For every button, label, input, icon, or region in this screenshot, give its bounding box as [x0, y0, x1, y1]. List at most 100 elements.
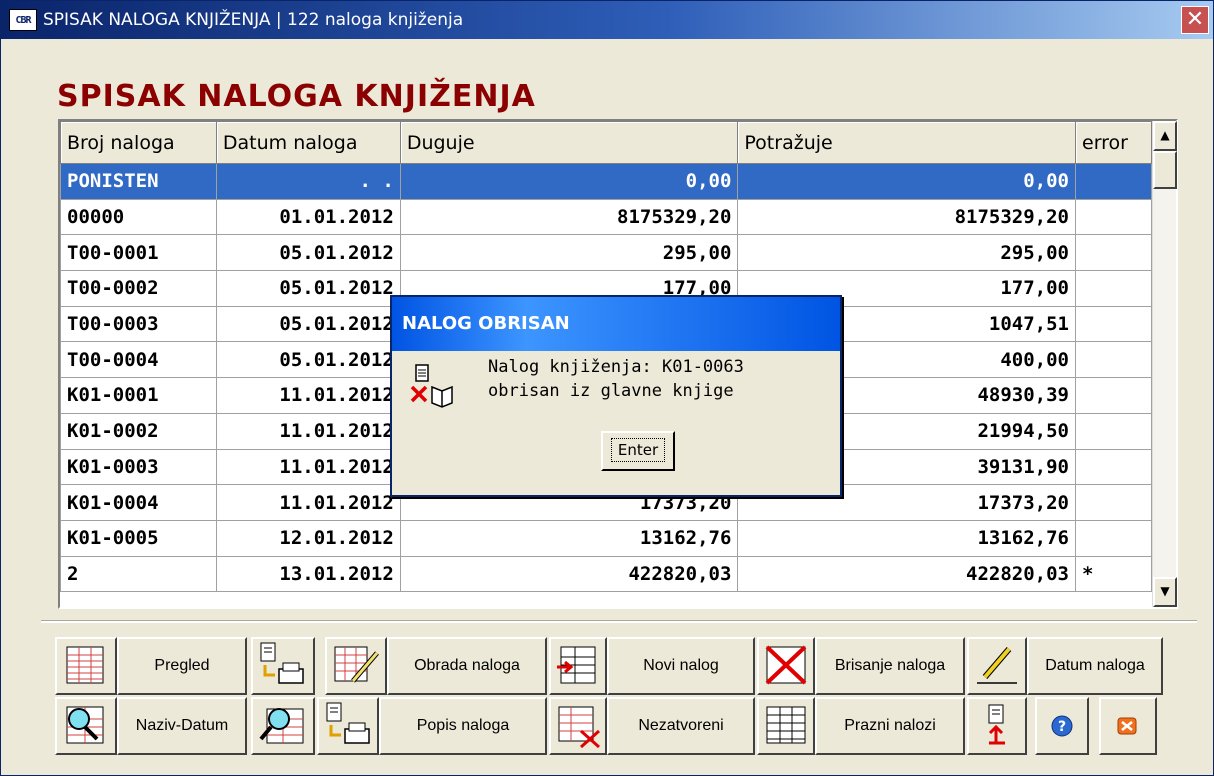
cell-error[interactable]: [1075, 448, 1152, 486]
cell-error[interactable]: *: [1075, 555, 1152, 593]
cell-duguje[interactable]: 13162,76: [399, 519, 739, 557]
cell-broj-naloga[interactable]: T00-0001: [60, 234, 217, 272]
main-window: CBR SPISAK NALOGA KNJIŽENJA | 122 naloga…: [0, 0, 1214, 776]
scroll-up-button[interactable]: ▲: [1153, 121, 1177, 151]
table-row[interactable]: PONISTEN. . 0,00 0,00: [60, 163, 1152, 200]
cell-datum-naloga[interactable]: . .: [215, 163, 401, 200]
cell-datum-naloga[interactable]: 05.01.2012: [215, 234, 401, 272]
table-row[interactable]: 00000 01.01.2012 8175329,20 8175329,20: [60, 198, 1152, 236]
cell-duguje[interactable]: 8175329,20: [399, 198, 739, 236]
nalog-obrisan-dialog: NALOG OBRISAN Nalog knjiženja: K01-0063 o…: [390, 295, 842, 497]
cell-duguje[interactable]: 295,00: [399, 234, 739, 272]
table-row[interactable]: K01-0005 12.01.2012 13162,76 13162,76: [60, 519, 1152, 557]
cell-potrazuje[interactable]: 13162,76: [737, 519, 1076, 557]
cell-error[interactable]: [1075, 305, 1152, 343]
cell-error[interactable]: [1075, 270, 1152, 307]
cell-broj-naloga[interactable]: K01-0003: [60, 448, 217, 486]
naziv-datum-button[interactable]: Naziv-Datum: [117, 697, 247, 755]
nezatvoreni-button[interactable]: Nezatvoreni: [607, 697, 755, 755]
pregled-icon-button[interactable]: [55, 637, 117, 695]
cell-error[interactable]: [1075, 519, 1152, 557]
cell-duguje[interactable]: 422820,03: [399, 555, 739, 593]
cell-broj-naloga[interactable]: K01-0004: [60, 484, 217, 521]
delete-grid-icon: [765, 645, 807, 685]
cell-datum-naloga[interactable]: 01.01.2012: [215, 198, 401, 236]
search-icon-button[interactable]: [251, 697, 315, 755]
grid-list-icon: [66, 646, 104, 684]
cell-broj-naloga[interactable]: 2: [60, 555, 217, 593]
naziv-icon-button[interactable]: [55, 697, 117, 755]
cell-datum-naloga[interactable]: 11.01.2012: [215, 448, 401, 486]
col-datum-naloga[interactable]: Datum naloga: [215, 121, 401, 164]
col-potrazuje[interactable]: Potražuje: [737, 121, 1076, 164]
cell-potrazuje[interactable]: 422820,03: [737, 555, 1076, 593]
dialog-message-line-2: obrisan iz glavne knjige: [488, 381, 734, 401]
scroll-thumb[interactable]: [1153, 151, 1177, 189]
cell-datum-naloga[interactable]: 05.01.2012: [215, 341, 401, 379]
cell-error[interactable]: [1075, 163, 1152, 200]
cell-error[interactable]: [1075, 377, 1152, 414]
vertical-scrollbar[interactable]: ▲ ▼: [1152, 121, 1177, 607]
cell-broj-naloga[interactable]: K01-0005: [60, 519, 217, 557]
prazni-icon-button[interactable]: [757, 697, 815, 755]
close-button[interactable]: ✕: [1181, 6, 1209, 34]
brisanje-icon-button[interactable]: [757, 637, 815, 695]
cell-datum-naloga[interactable]: 11.01.2012: [215, 484, 401, 521]
prazni-nalozi-button[interactable]: Prazni nalozi: [815, 697, 965, 755]
cell-broj-naloga[interactable]: T00-0002: [60, 270, 217, 307]
cell-datum-naloga[interactable]: 05.01.2012: [215, 270, 401, 307]
cell-broj-naloga[interactable]: T00-0003: [60, 305, 217, 343]
cell-error[interactable]: [1075, 198, 1152, 236]
cell-broj-naloga[interactable]: PONISTEN: [60, 163, 217, 200]
cell-error[interactable]: [1075, 341, 1152, 379]
table-row[interactable]: 2 13.01.2012 422820,03 422820,03 *: [60, 555, 1152, 593]
bottom-toolbar: Pregled Obrada naloga Novi nalog Brisanj…: [41, 621, 1197, 767]
col-error[interactable]: error: [1075, 121, 1152, 164]
exit-icon: [1117, 717, 1137, 735]
svg-text:?: ?: [1058, 719, 1066, 735]
novi-nalog-button[interactable]: Novi nalog: [607, 637, 755, 695]
cell-error[interactable]: [1075, 234, 1152, 272]
print-list-button[interactable]: [317, 697, 379, 755]
cell-error[interactable]: [1075, 412, 1152, 450]
cell-broj-naloga[interactable]: T00-0004: [60, 341, 217, 379]
dialog-message-line-1: Nalog knjiženja: K01-0063: [488, 357, 744, 377]
cell-potrazuje[interactable]: 0,00: [737, 163, 1076, 200]
novi-icon-button[interactable]: [549, 637, 607, 695]
datum-naloga-button[interactable]: Datum naloga: [1027, 637, 1163, 695]
col-duguje[interactable]: Duguje: [399, 121, 739, 164]
delete-document-icon: [410, 363, 462, 411]
cell-datum-naloga[interactable]: 13.01.2012: [215, 555, 401, 593]
nezatvoreni-icon-button[interactable]: [549, 697, 607, 755]
datum-icon-button[interactable]: [967, 637, 1027, 695]
obrada-icon-button[interactable]: [325, 637, 387, 695]
enter-button[interactable]: Enter: [601, 431, 675, 471]
print-document-button[interactable]: [251, 637, 315, 695]
cell-datum-naloga[interactable]: 11.01.2012: [215, 412, 401, 450]
export-button[interactable]: [967, 697, 1027, 755]
app-icon: CBR: [9, 9, 37, 31]
cell-potrazuje[interactable]: 8175329,20: [737, 198, 1076, 236]
exit-button[interactable]: [1099, 697, 1157, 755]
title-bar[interactable]: CBR SPISAK NALOGA KNJIŽENJA | 122 naloga…: [1, 1, 1213, 39]
brisanje-naloga-button[interactable]: Brisanje naloga: [815, 637, 965, 695]
cell-potrazuje[interactable]: 295,00: [737, 234, 1076, 272]
help-button[interactable]: ?: [1035, 697, 1089, 755]
col-broj-naloga[interactable]: Broj naloga: [60, 121, 217, 164]
pregled-button[interactable]: Pregled: [117, 637, 247, 695]
cell-broj-naloga[interactable]: 00000: [60, 198, 217, 236]
pencil-icon: [977, 647, 1017, 684]
table-row[interactable]: T00-0001 05.01.2012 295,00 295,00: [60, 234, 1152, 272]
print-list-icon: [326, 702, 370, 744]
cell-datum-naloga[interactable]: 12.01.2012: [215, 519, 401, 557]
popis-naloga-button[interactable]: Popis naloga: [379, 697, 547, 755]
obrada-naloga-button[interactable]: Obrada naloga: [387, 637, 547, 695]
cell-error[interactable]: [1075, 484, 1152, 521]
cell-datum-naloga[interactable]: 11.01.2012: [215, 377, 401, 414]
cell-broj-naloga[interactable]: K01-0001: [60, 377, 217, 414]
cell-broj-naloga[interactable]: K01-0002: [60, 412, 217, 450]
cell-duguje[interactable]: 0,00: [399, 163, 739, 200]
page-heading: SPISAK NALOGA KNJIŽENJA: [57, 79, 536, 114]
cell-datum-naloga[interactable]: 05.01.2012: [215, 305, 401, 343]
scroll-down-button[interactable]: ▼: [1153, 577, 1177, 607]
